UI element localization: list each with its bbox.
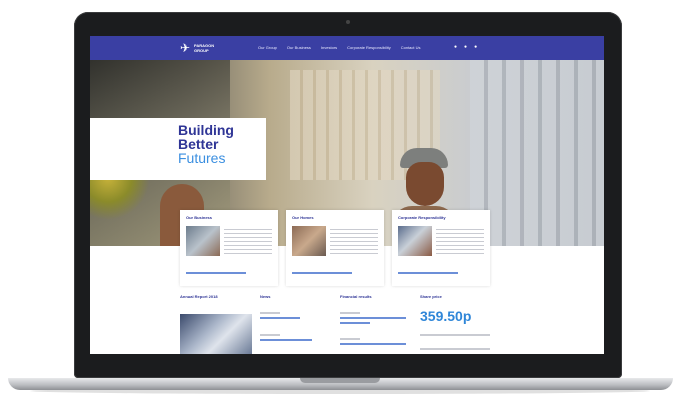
card-image [292,226,326,256]
nav-link-investors[interactable]: Investors [321,45,337,50]
logo-text: PARAGON GROUP [194,43,215,53]
search-icon[interactable]: ● [454,44,457,50]
camera-icon [346,20,350,24]
nav-icons: ● ● ● [454,44,477,50]
logo-bird-icon: ✈ [180,41,191,55]
nav-links: Our Group Our Business Investors Corpora… [258,45,421,50]
card-text [330,226,378,254]
laptop-mockup: ✈ PARAGON GROUP Our Group Our Business I… [0,0,681,396]
menu-icon[interactable]: ● [474,44,477,50]
nav-link-our-business[interactable]: Our Business [287,45,311,50]
card-image [398,226,432,256]
nav-link-corporate-responsibility[interactable]: Corporate Responsibility [347,45,391,50]
news-date [260,312,280,314]
results-date [340,338,360,340]
results-link[interactable] [340,343,406,345]
hero-building-right [470,60,604,246]
card-corporate-responsibility[interactable]: Corporate Responsibility [392,210,490,286]
card-image [186,226,220,256]
results-date [340,312,360,314]
section-heading-report: Annual Report 2018 [180,294,218,299]
section-heading-results: Financial results [340,294,372,299]
top-navigation: ✈ PARAGON GROUP Our Group Our Business I… [90,36,604,60]
nav-link-our-group[interactable]: Our Group [258,45,277,50]
card-link[interactable] [398,272,458,274]
news-link[interactable] [260,339,312,341]
section-heading-news: News [260,294,271,299]
share-price-row [420,348,490,350]
card-title: Our Business [186,215,213,220]
news-link[interactable] [260,317,300,319]
card-link[interactable] [186,272,246,274]
nav-link-contact-us[interactable]: Contact Us [401,45,421,50]
card-link[interactable] [292,272,352,274]
laptop-screen: ✈ PARAGON GROUP Our Group Our Business I… [90,36,604,354]
card-title: Corporate Responsibility [398,215,446,220]
share-price-value: 359.50p [420,308,472,324]
face [406,162,444,206]
card-text [224,226,272,254]
annual-report-cover[interactable] [180,314,252,354]
brand-logo[interactable]: ✈ PARAGON GROUP [180,41,226,55]
results-link[interactable] [340,322,370,324]
section-heading-share-price: Share price [420,294,442,299]
card-our-homes[interactable]: Our Homes [286,210,384,286]
card-title: Our Homes [292,215,314,220]
news-date [260,334,280,336]
share-price-row [420,334,490,336]
phone-icon[interactable]: ● [464,44,467,50]
hero-title-box: Building Better Futures [90,118,266,180]
card-text [436,226,484,254]
card-our-business[interactable]: Our Business [180,210,278,286]
results-link[interactable] [340,317,406,319]
laptop-notch [300,378,380,383]
hero-title-line-3: Futures [178,150,226,166]
